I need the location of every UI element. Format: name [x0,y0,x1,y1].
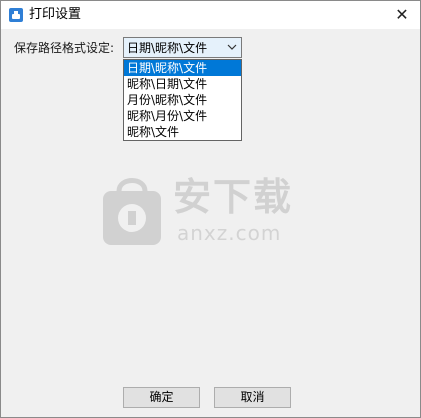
watermark-logo: 安下载 anxz.com [101,161,331,261]
dropdown-option[interactable]: 昵称\日期\文件 [124,76,241,92]
combobox-value: 日期\昵称\文件 [127,41,208,55]
watermark-text-cn: 安下载 [173,175,294,219]
watermark-text-en: anxz.com [177,221,282,245]
path-format-label: 保存路径格式设定: [14,41,115,55]
dropdown-option[interactable]: 月份\昵称\文件 [124,92,241,108]
dropdown-option[interactable]: 昵称\月份\文件 [124,108,241,124]
title-bar[interactable]: 打印设置 ✕ [1,1,420,29]
dropdown-option[interactable]: 昵称\文件 [124,124,241,140]
ok-button[interactable]: 确定 [123,387,200,408]
shopping-bag-logo-icon [103,178,161,245]
dropdown-option[interactable]: 日期\昵称\文件 [124,60,241,76]
app-icon [9,8,23,22]
path-format-combobox[interactable]: 日期\昵称\文件 [123,37,242,58]
chevron-down-icon [227,44,237,50]
cancel-button[interactable]: 取消 [214,387,291,408]
dialog-window: 打印设置 ✕ 保存路径格式设定: 日期\昵称\文件 日期\昵称\文件 昵称\日期… [0,0,421,418]
close-button[interactable]: ✕ [384,1,420,29]
window-title: 打印设置 [29,7,82,22]
path-format-dropdown-list[interactable]: 日期\昵称\文件 昵称\日期\文件 月份\昵称\文件 昵称\月份\文件 昵称\文… [123,59,242,141]
